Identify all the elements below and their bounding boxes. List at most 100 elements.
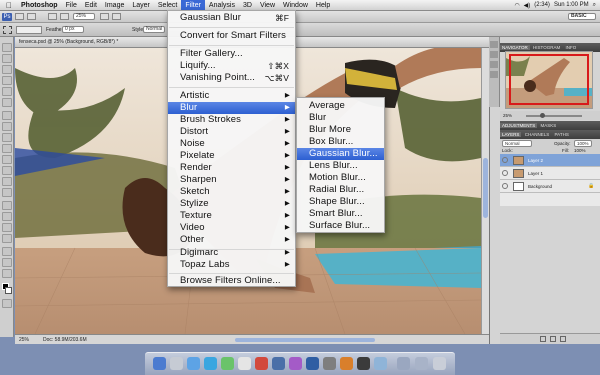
documents-stack-icon[interactable]	[415, 357, 428, 370]
blur-average[interactable]: Average	[297, 100, 384, 112]
system-preferences-icon[interactable]	[323, 357, 336, 370]
blur-blur[interactable]: Blur	[297, 112, 384, 124]
blur-surface-blur[interactable]: Surface Blur...	[297, 220, 384, 232]
style-select[interactable]: Normal	[143, 26, 165, 33]
feather-input[interactable]: 0 px	[62, 26, 84, 33]
filter-vanishing-point[interactable]: Vanishing Point... ⌥⌘V	[168, 72, 295, 84]
opacity-input[interactable]: 100%	[574, 140, 592, 147]
eraser-tool-icon[interactable]	[2, 155, 12, 164]
tab-adjustments[interactable]: ADJUSTMENTS	[500, 123, 538, 128]
visibility-eye-icon[interactable]	[502, 157, 508, 163]
clock[interactable]: Sun 1:00 PM	[554, 2, 589, 8]
blur-tool-icon[interactable]	[2, 177, 12, 186]
filter-pixelate[interactable]: Pixelate ▶	[168, 150, 295, 162]
quick-select-tool-icon[interactable]	[2, 76, 12, 85]
blur-motion-blur[interactable]: Motion Blur...	[297, 172, 384, 184]
tab-info[interactable]: INFO	[563, 45, 578, 50]
fill-input[interactable]: 100%	[574, 148, 586, 153]
blur-shape-blur[interactable]: Shape Blur...	[297, 196, 384, 208]
horizontal-scroll-thumb[interactable]	[235, 338, 375, 342]
menu-edit[interactable]: Edit	[81, 0, 101, 11]
new-layer-icon[interactable]	[540, 336, 546, 342]
visibility-eye-icon[interactable]	[502, 183, 508, 189]
marquee-tool-icon[interactable]	[2, 54, 12, 63]
filter-topaz-labs[interactable]: Topaz Labs ▶	[168, 259, 295, 271]
selection-mode-buttons[interactable]	[16, 26, 42, 34]
dodge-tool-icon[interactable]	[2, 188, 12, 197]
navigator-zoom-slider[interactable]	[526, 115, 582, 117]
zoom-tool-icon[interactable]	[2, 269, 12, 278]
filter-stylize[interactable]: Stylize ▶	[168, 198, 295, 210]
filter-gallery[interactable]: Filter Gallery...	[168, 48, 295, 60]
dashboard-icon[interactable]	[170, 357, 183, 370]
filter-texture[interactable]: Texture ▶	[168, 210, 295, 222]
arrange-icon[interactable]	[100, 13, 109, 20]
filter-convert-smart[interactable]: Convert for Smart Filters	[168, 30, 295, 42]
mini-bridge-icon[interactable]	[27, 13, 36, 20]
blur-lens-blur[interactable]: Lens Blur...	[297, 160, 384, 172]
tab-layers[interactable]: LAYERS	[500, 132, 522, 137]
workspace-switcher[interactable]: BASIC	[568, 13, 596, 20]
tab-channels[interactable]: CHANNELS	[523, 132, 552, 137]
screen-mode-icon[interactable]	[112, 13, 121, 20]
downloads-stack-icon[interactable]	[397, 357, 410, 370]
lasso-tool-icon[interactable]	[2, 65, 12, 74]
menu-analysis[interactable]: Analysis	[205, 0, 239, 11]
swatches-panel-icon[interactable]	[490, 61, 498, 68]
status-zoom[interactable]: 25%	[19, 335, 29, 345]
blur-smart-blur[interactable]: Smart Blur...	[297, 208, 384, 220]
menu-view[interactable]: View	[256, 0, 279, 11]
vertical-scrollbar[interactable]	[481, 48, 489, 334]
clone-stamp-tool-icon[interactable]	[2, 133, 12, 142]
filter-blur[interactable]: Blur ▶	[168, 102, 295, 114]
background-color-swatch[interactable]	[5, 287, 12, 294]
ichat-icon[interactable]	[221, 357, 234, 370]
filter-sketch[interactable]: Sketch ▶	[168, 186, 295, 198]
volume-icon[interactable]: ◀)	[524, 2, 531, 9]
type-tool-icon[interactable]	[2, 212, 12, 221]
apple-menu-icon[interactable]: 	[0, 0, 17, 11]
actions-panel-icon[interactable]	[490, 51, 498, 58]
shape-tool-icon[interactable]	[2, 234, 12, 243]
zoom-level[interactable]: 25%	[73, 13, 95, 20]
menu-file[interactable]: File	[62, 0, 81, 11]
3d-rotate-tool-icon[interactable]	[2, 247, 12, 256]
navigator-zoom-value[interactable]: 25%	[503, 113, 512, 118]
photoshop-icon[interactable]	[306, 357, 319, 370]
app-icon[interactable]	[374, 357, 387, 370]
healing-brush-tool-icon[interactable]	[2, 111, 12, 120]
filter-video[interactable]: Video ▶	[168, 222, 295, 234]
move-tool-icon[interactable]	[2, 43, 12, 52]
menu-image[interactable]: Image	[101, 0, 128, 11]
itunes-icon[interactable]	[289, 357, 302, 370]
crop-tool-icon[interactable]	[2, 87, 12, 96]
filter-noise[interactable]: Noise ▶	[168, 138, 295, 150]
brush-tool-icon[interactable]	[2, 122, 12, 131]
layer-row-background[interactable]: Background 🔒	[500, 180, 600, 193]
filter-brush-strokes[interactable]: Brush Strokes ▶	[168, 114, 295, 126]
eyedropper-tool-icon[interactable]	[2, 98, 12, 107]
layer-row-layer-2[interactable]: Layer 2	[500, 154, 600, 167]
blur-radial-blur[interactable]: Radial Blur...	[297, 184, 384, 196]
menu-app[interactable]: Photoshop	[17, 0, 62, 11]
menu-filter[interactable]: Filter	[181, 0, 205, 11]
styles-panel-icon[interactable]	[490, 71, 498, 78]
wifi-icon[interactable]: ◠	[514, 2, 519, 9]
history-brush-tool-icon[interactable]	[2, 144, 12, 153]
terminal-icon[interactable]	[357, 357, 370, 370]
ical-icon[interactable]	[255, 357, 268, 370]
navigator-zoom-handle[interactable]	[540, 113, 545, 118]
menu-help[interactable]: Help	[312, 0, 334, 11]
spotlight-icon[interactable]: ⌕	[593, 2, 596, 9]
path-select-tool-icon[interactable]	[2, 223, 12, 232]
doc-size[interactable]: Doc: 58.9M/203.6M	[43, 335, 87, 345]
filter-digimarc[interactable]: Digimarc ▶	[168, 247, 295, 259]
trash-icon[interactable]	[433, 357, 446, 370]
filter-other[interactable]: Other ▶	[168, 234, 295, 246]
address-book-icon[interactable]	[238, 357, 251, 370]
tab-masks[interactable]: MASKS	[539, 123, 559, 128]
finder-icon[interactable]	[153, 357, 166, 370]
filter-distort[interactable]: Distort ▶	[168, 126, 295, 138]
app-icon[interactable]	[340, 357, 353, 370]
tab-navigator[interactable]: NAVIGATOR	[500, 45, 530, 50]
